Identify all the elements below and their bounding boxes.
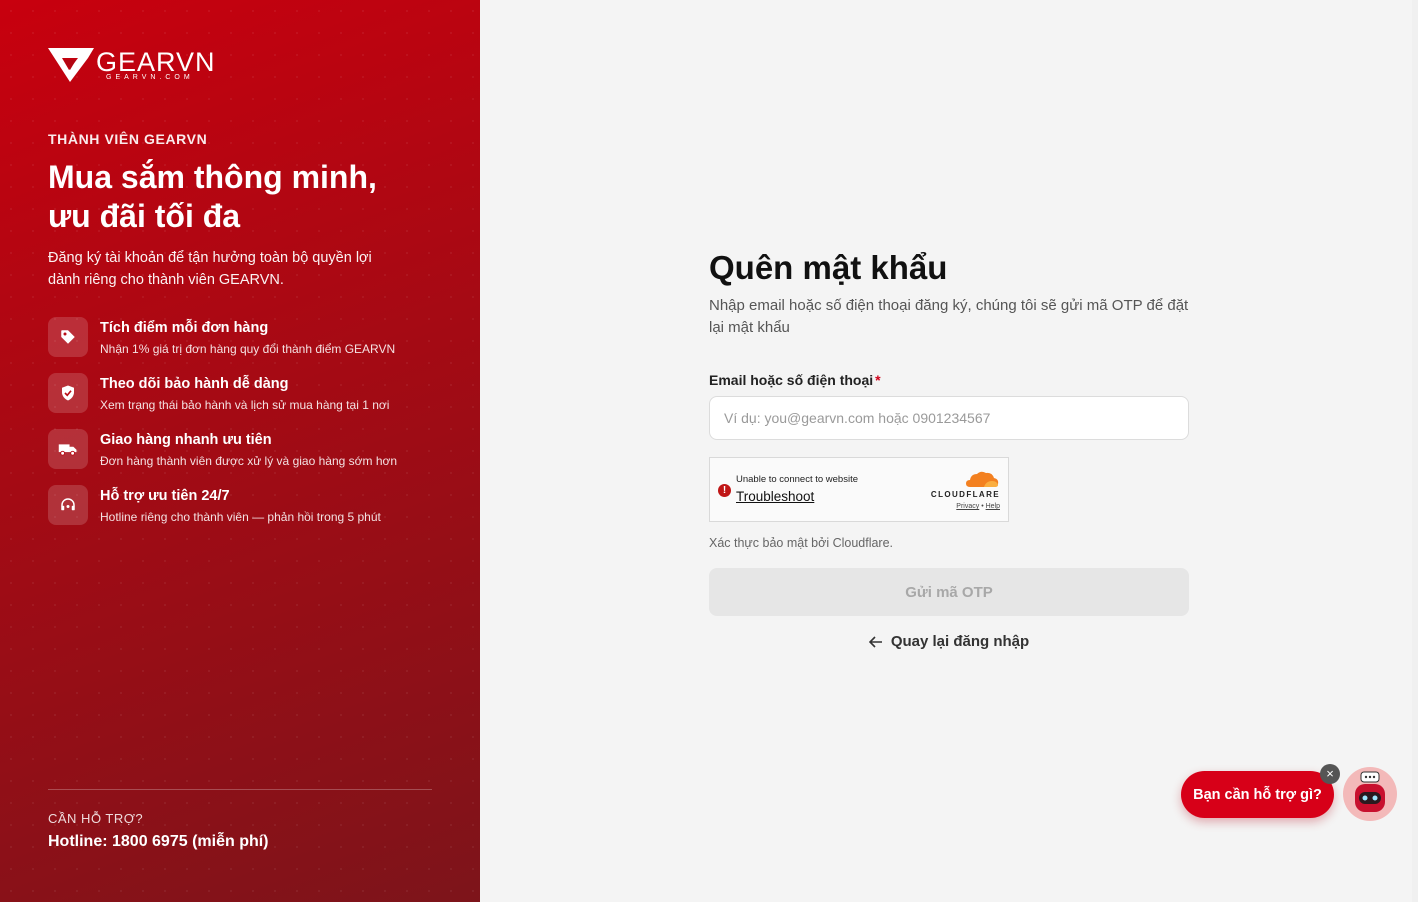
link-separator: • <box>981 503 984 510</box>
truck-icon <box>48 429 88 469</box>
benefit-desc: Xem trạng thái bảo hành và lịch sử mua h… <box>100 398 390 412</box>
brand-logo[interactable]: GEARVN GEARVN.COM <box>48 46 216 84</box>
benefit-title: Hỗ trợ ưu tiên 24/7 <box>100 488 230 504</box>
back-to-login-link[interactable]: Quay lại đăng nhập <box>709 633 1189 650</box>
left-panel: GEARVN GEARVN.COM THÀNH VIÊN GEARVN Mua … <box>0 0 480 902</box>
cloudflare-logo: CLOUDFLARE Privacy • Help <box>922 469 1000 510</box>
benefit-item: Giao hàng nhanh ưu tiên Đơn hàng thành v… <box>48 429 448 485</box>
benefit-desc: Hotline riêng cho thành viên — phản hồi … <box>100 510 381 524</box>
divider <box>48 789 432 790</box>
troubleshoot-link[interactable]: Troubleshoot <box>736 489 814 504</box>
page-subtitle: Nhập email hoặc số điện thoại đăng ký, c… <box>709 297 1189 336</box>
cloudflare-cloud-icon <box>966 471 999 487</box>
hotline[interactable]: Hotline: 1800 6975 (miễn phí) <box>48 833 269 851</box>
support-label: CẦN HỖ TRỢ? <box>48 811 144 826</box>
headline-line-2: ưu đãi tối đa <box>48 198 241 234</box>
benefit-desc: Đơn hàng thành viên được xử lý và giao h… <box>100 454 398 468</box>
shield-check-icon <box>48 373 88 413</box>
gearvn-logo-icon <box>48 48 94 82</box>
chat-close-button[interactable]: × <box>1320 764 1340 784</box>
field-label-text: Email hoặc số điện thoại <box>709 372 874 388</box>
cloudflare-wordmark: CLOUDFLARE <box>930 490 1000 499</box>
benefit-title: Giao hàng nhanh ưu tiên <box>100 432 272 448</box>
headline: Mua sắm thông minh, ưu đãi tối đa <box>48 158 448 236</box>
eyebrow: THÀNH VIÊN GEARVN <box>48 131 208 147</box>
captcha-note: Xác thực bảo mật bởi Cloudflare. <box>709 536 894 550</box>
privacy-link[interactable]: Privacy <box>956 503 979 510</box>
benefit-desc: Nhận 1% giá trị đơn hàng quy đổi thành đ… <box>100 342 396 356</box>
chatbot-avatar-icon[interactable] <box>1342 766 1398 822</box>
headset-icon <box>48 485 88 525</box>
benefit-list: Tích điểm mỗi đơn hàng Nhận 1% giá trị đ… <box>48 317 448 541</box>
benefit-item: Hỗ trợ ưu tiên 24/7 Hotline riêng cho th… <box>48 485 448 541</box>
arrow-left-icon <box>868 635 882 648</box>
help-link[interactable]: Help <box>986 503 1000 510</box>
chat-prompt-bubble[interactable]: Bạn cần hỗ trợ gì? <box>1181 771 1334 818</box>
tag-icon <box>48 317 88 357</box>
scrollbar[interactable] <box>1412 0 1418 902</box>
benefit-title: Tích điểm mỗi đơn hàng <box>100 320 269 336</box>
send-otp-button[interactable]: Gửi mã OTP <box>709 568 1189 616</box>
headline-line-1: Mua sắm thông minh, <box>48 159 377 195</box>
back-label: Quay lại đăng nhập <box>890 633 1030 650</box>
page-title: Quên mật khẩu <box>709 249 948 286</box>
forgot-password-form: Quên mật khẩu Nhập email hoặc số điện th… <box>709 248 1189 650</box>
benefit-item: Theo dõi bảo hành dễ dàng Xem trạng thái… <box>48 373 448 429</box>
cloudflare-captcha: ! Unable to connect to website Troublesh… <box>709 457 1009 522</box>
benefit-item: Tích điểm mỗi đơn hàng Nhận 1% giá trị đ… <box>48 317 448 373</box>
email-phone-label: Email hoặc số điện thoại * <box>709 372 1189 388</box>
required-mark: * <box>875 372 881 388</box>
intro-text: Đăng ký tài khoản để tận hưởng toàn bộ q… <box>48 250 372 288</box>
email-phone-input[interactable] <box>709 396 1189 440</box>
error-icon: ! <box>718 484 731 497</box>
brand-name: GEARVN <box>96 47 216 77</box>
benefit-title: Theo dõi bảo hành dễ dàng <box>100 376 289 392</box>
cloudflare-links: Privacy • Help <box>922 503 1000 510</box>
captcha-message: Unable to connect to website <box>736 474 858 485</box>
